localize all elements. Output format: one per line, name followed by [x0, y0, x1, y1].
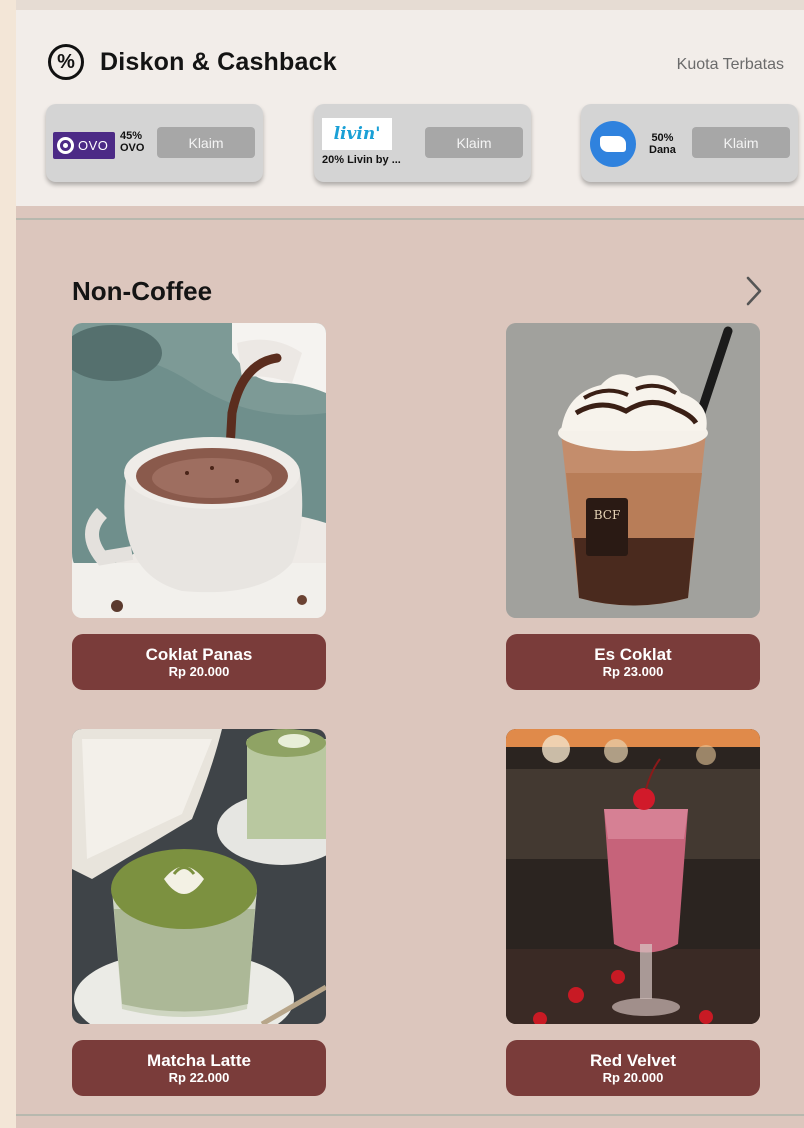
- product-name: Matcha Latte: [147, 1051, 251, 1070]
- product-price: Rp 22.000: [168, 1070, 230, 1085]
- discount-title: Diskon & Cashback: [100, 47, 337, 76]
- livin-logo-text: livin': [333, 124, 381, 144]
- product-price: Rp 23.000: [602, 664, 664, 679]
- promo-card-livin[interactable]: livin' 20% Livin by ... Klaim: [314, 104, 531, 182]
- product-label-matcha-latte[interactable]: Matcha Latte Rp 22.000: [72, 1040, 326, 1096]
- matcha-latte-illustration: [72, 729, 326, 1024]
- product-image-coklat-panas[interactable]: [72, 323, 326, 618]
- promo-text-ovo: 45% OVO: [120, 130, 144, 154]
- product-image-matcha-latte[interactable]: [72, 729, 326, 1024]
- discount-header: % Diskon & Cashback: [48, 44, 337, 80]
- svg-text:BCF: BCF: [594, 508, 621, 522]
- product-name: Es Coklat: [594, 645, 672, 664]
- section-title: Non-Coffee: [72, 276, 213, 306]
- dana-wave-shape: [600, 136, 626, 152]
- livin-logo: livin': [322, 118, 392, 150]
- product-price: Rp 20.000: [602, 1070, 664, 1085]
- app-screen: % Diskon & Cashback Kuota Terbatas OVO 4…: [16, 0, 804, 1128]
- promo-card-dana[interactable]: 50% Dana Klaim: [581, 104, 798, 182]
- percent-circle-icon: %: [48, 44, 84, 80]
- ovo-logo-text: OVO: [78, 138, 109, 153]
- promo-name: Dana: [649, 144, 676, 156]
- top-strip: [16, 0, 804, 10]
- product-label-coklat-panas[interactable]: Coklat Panas Rp 20.000: [72, 634, 326, 690]
- red-velvet-illustration: [506, 729, 760, 1024]
- product-label-es-coklat[interactable]: Es Coklat Rp 23.000: [506, 634, 760, 690]
- product-name: Red Velvet: [590, 1051, 676, 1070]
- promo-percent: 50%: [651, 132, 674, 144]
- claim-button-dana[interactable]: Klaim: [692, 127, 790, 158]
- product-image-es-coklat[interactable]: BCF: [506, 323, 760, 618]
- quota-label: Kuota Terbatas: [676, 56, 784, 73]
- ovo-ring-icon: [57, 137, 74, 154]
- hot-chocolate-illustration: [72, 323, 326, 618]
- chevron-right-icon[interactable]: [742, 276, 766, 306]
- bottom-divider: [16, 1114, 804, 1116]
- iced-chocolate-illustration: BCF: [506, 323, 760, 618]
- chevron-right-glyph: [746, 276, 762, 306]
- claim-button-ovo[interactable]: Klaim: [157, 127, 255, 158]
- promo-card-ovo[interactable]: OVO 45% OVO Klaim: [46, 104, 263, 182]
- promo-text-dana: 50% Dana: [649, 132, 676, 156]
- product-label-red-velvet[interactable]: Red Velvet Rp 20.000: [506, 1040, 760, 1096]
- dana-logo-icon: [590, 121, 636, 167]
- section-divider: [16, 218, 804, 220]
- product-name: Coklat Panas: [145, 645, 253, 664]
- promo-text-livin: 20% Livin by ...: [322, 154, 401, 166]
- product-price: Rp 20.000: [168, 664, 230, 679]
- promo-name: 20% Livin by ...: [322, 154, 401, 166]
- ovo-logo: OVO: [53, 132, 115, 159]
- promo-percent: 45%: [120, 130, 143, 142]
- promo-name: OVO: [120, 142, 145, 154]
- product-image-red-velvet[interactable]: [506, 729, 760, 1024]
- discount-section: % Diskon & Cashback Kuota Terbatas OVO 4…: [16, 10, 804, 206]
- claim-button-livin[interactable]: Klaim: [425, 127, 523, 158]
